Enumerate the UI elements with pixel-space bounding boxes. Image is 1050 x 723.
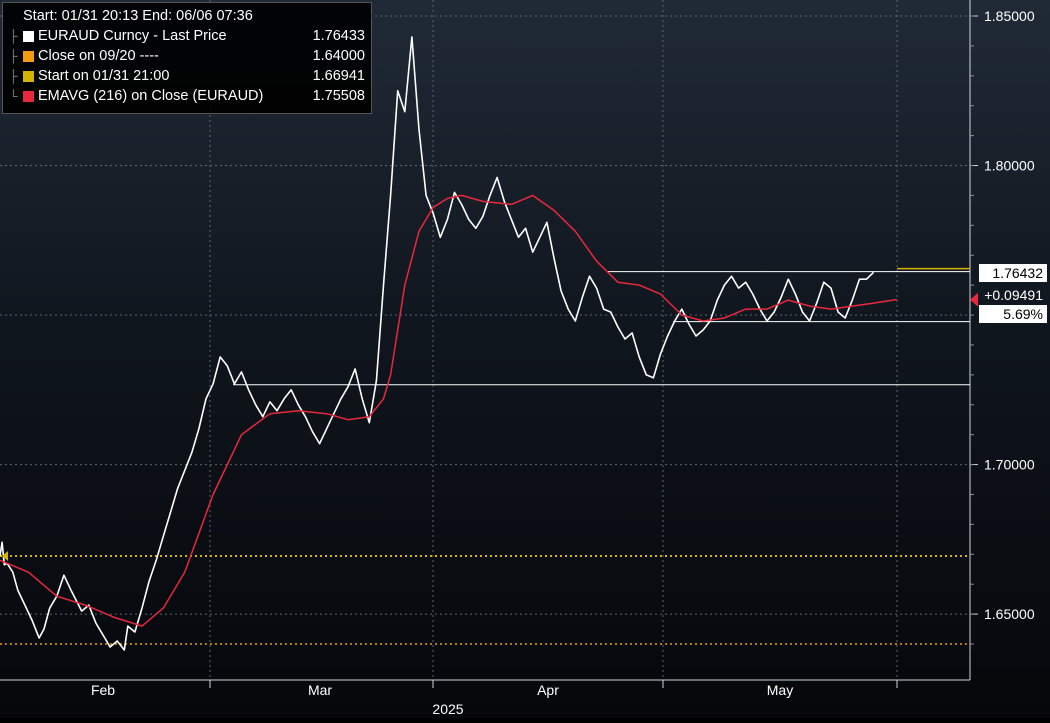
y-tick-label: 1.80000 <box>984 158 1035 174</box>
y-tick-label: 1.65000 <box>984 606 1035 622</box>
legend-label-close: Close on 09/20 ---- <box>38 48 159 64</box>
x-year-label: 2025 <box>432 701 463 717</box>
tree-icon: ├ <box>9 69 18 83</box>
legend-item-start: ├ Start on 01/31 21:00 1.66941 <box>9 66 365 86</box>
legend-swatch-price <box>23 30 34 42</box>
legend-box: Start: 01/31 20:13 End: 06/06 07:36 ├ EU… <box>2 2 372 114</box>
percent-change-tag: 5.69% <box>979 305 1047 323</box>
ema-marker <box>970 292 978 307</box>
legend-value-ema: 1.75508 <box>312 88 365 104</box>
legend-swatch-start <box>23 70 34 82</box>
x-tick-label: Feb <box>91 682 115 698</box>
legend-item-ema: └ EMAVG (216) on Close (EURAUD) 1.75508 <box>9 86 365 106</box>
y-tick-label: 1.70000 <box>984 457 1035 473</box>
series-ema-line <box>0 194 897 627</box>
legend-label-price: EURAUD Curncy - Last Price <box>38 28 227 44</box>
legend-swatch-close <box>23 50 34 62</box>
date-range-text: Start: 01/31 20:13 End: 06/06 07:36 <box>23 8 253 24</box>
legend-value-start: 1.66941 <box>312 68 365 84</box>
tree-icon: ├ <box>9 29 18 43</box>
last-price-tag: 1.76432 <box>979 264 1047 282</box>
legend-swatch-ema <box>23 90 34 102</box>
legend-label-start: Start on 01/31 21:00 <box>38 68 170 84</box>
tree-icon: └ <box>9 89 18 103</box>
x-tick-label: Mar <box>308 682 332 698</box>
y-tick-label: 1.85000 <box>984 8 1035 24</box>
legend-item-price: ├ EURAUD Curncy - Last Price 1.76433 <box>9 26 365 46</box>
legend-value-price: 1.76433 <box>312 28 365 44</box>
x-tick-label: Apr <box>537 682 559 698</box>
legend-item-close: ├ Close on 09/20 ---- 1.64000 <box>9 46 365 66</box>
legend-label-ema: EMAVG (216) on Close (EURAUD) <box>38 88 264 104</box>
x-tick-label: May <box>767 682 793 698</box>
legend-value-close: 1.64000 <box>312 48 365 64</box>
series-price-line <box>0 36 875 651</box>
tree-icon: ├ <box>9 49 18 63</box>
change-tag: +0.09491 <box>984 287 1043 303</box>
